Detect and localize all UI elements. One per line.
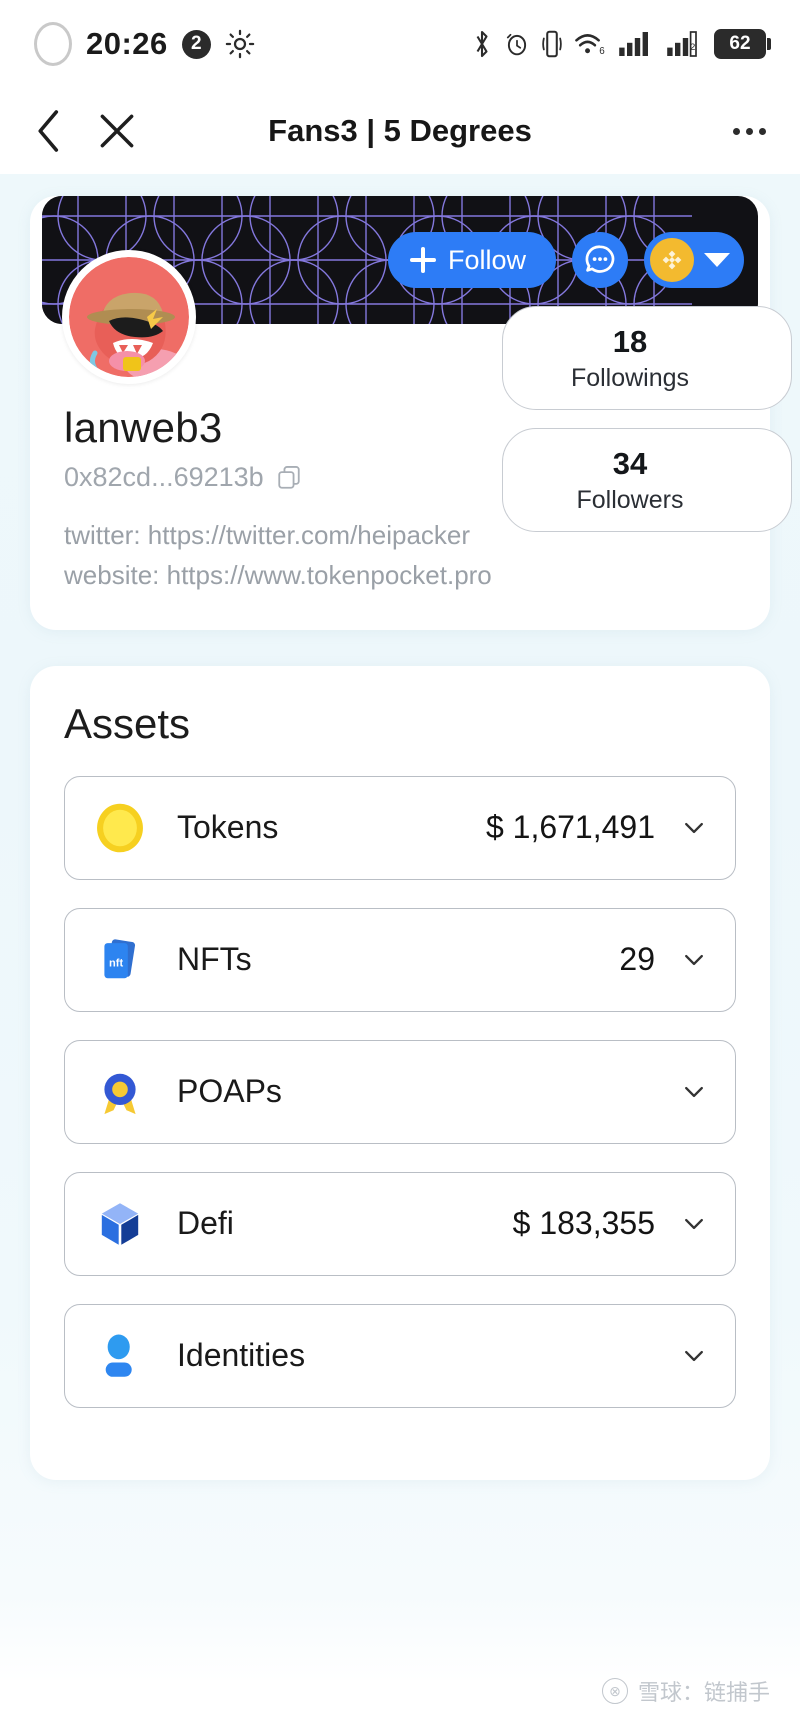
chevron-down-icon[interactable] — [681, 947, 707, 973]
plus-icon — [409, 247, 436, 273]
followers-label: Followers — [576, 485, 684, 514]
copy-icon[interactable] — [276, 465, 302, 491]
watermark: ⊗ 雪球：链捕手 — [601, 1675, 770, 1707]
asset-value-tokens: $ 1,671,491 — [485, 809, 655, 846]
chevron-left-icon[interactable] — [34, 109, 64, 153]
svg-text:6: 6 — [599, 46, 605, 57]
nft-cards-icon: nft — [91, 931, 149, 989]
wifi6-icon: 6 — [575, 34, 605, 57]
caret-down-icon — [704, 253, 730, 267]
battery-icon: 62 — [714, 29, 771, 59]
status-time: 20:26 — [86, 26, 168, 61]
followings-stat[interactable]: 18 Followings — [502, 306, 792, 410]
chevron-down-icon[interactable] — [681, 1211, 707, 1237]
profile-card: Follow lanweb3 0x82cd...69213b twitter: … — [30, 196, 792, 630]
chevron-down-icon[interactable] — [681, 815, 707, 841]
alarm-icon — [506, 33, 527, 56]
more-horizontal-icon[interactable] — [733, 127, 766, 135]
chat-bubble-icon — [585, 245, 615, 273]
banner-actions: Follow — [387, 232, 744, 288]
profile-stats: 18 Followings 34 Followers — [502, 306, 792, 550]
nav-bar: Fans3 | 5 Degrees — [0, 88, 800, 174]
chain-selector-button[interactable] — [644, 232, 744, 288]
token-coin-icon — [91, 799, 149, 857]
asset-label-defi: Defi — [177, 1205, 234, 1242]
asset-value-nfts: 29 — [619, 941, 655, 978]
poap-medal-icon — [91, 1063, 149, 1121]
follow-label: Follow — [447, 244, 526, 275]
avatar[interactable] — [62, 250, 196, 384]
svg-text:nft: nft — [109, 957, 123, 969]
svg-text:2: 2 — [690, 42, 695, 53]
identity-person-icon — [91, 1327, 149, 1385]
brightness-icon — [225, 29, 255, 59]
asset-row-poaps[interactable]: POAPs — [64, 1039, 736, 1144]
chat-button[interactable] — [572, 232, 628, 288]
followings-label: Followings — [570, 363, 690, 392]
asset-label-tokens: Tokens — [177, 809, 279, 846]
assets-heading: Assets — [64, 699, 191, 747]
chevron-down-icon[interactable] — [681, 1343, 707, 1369]
asset-row-nfts[interactable]: nft NFTs 29 — [64, 907, 736, 1012]
asset-label-poaps: POAPs — [177, 1073, 282, 1110]
chevron-down-icon[interactable] — [681, 1079, 707, 1105]
defi-cube-icon — [91, 1195, 149, 1253]
avatar-image — [69, 257, 189, 377]
asset-label-identities: Identities — [177, 1337, 306, 1374]
assets-card: Assets Tokens $ 1,671,491 nft NFTs 29 PO… — [30, 665, 770, 1480]
signal-icon-2: 2 — [667, 31, 697, 57]
status-bar: 20:26 2 6 2 62 — [0, 0, 800, 88]
profile-link-website[interactable]: website: https://www.tokenpocket.pro — [64, 555, 770, 595]
asset-value-defi: $ 183,355 — [512, 1205, 655, 1242]
signal-icon-1 — [619, 32, 648, 56]
bnb-chain-icon — [650, 238, 694, 282]
watermark-text: 雪球：链捕手 — [637, 1680, 770, 1705]
asset-row-identities[interactable]: Identities — [64, 1303, 736, 1408]
followers-count: 34 — [612, 445, 648, 481]
asset-row-defi[interactable]: Defi $ 183,355 — [64, 1171, 736, 1276]
followings-count: 18 — [612, 323, 648, 359]
close-icon[interactable] — [98, 112, 136, 150]
xueqiu-logo-icon: ⊗ — [601, 1678, 628, 1704]
follow-button[interactable]: Follow — [387, 232, 556, 288]
followers-stat[interactable]: 34 Followers — [502, 428, 792, 532]
bluetooth-icon — [476, 30, 488, 58]
asset-label-nfts: NFTs — [177, 941, 252, 978]
wallet-address: 0x82cd...69213b — [64, 462, 264, 492]
notification-count-badge: 2 — [181, 29, 211, 59]
vibrate-icon — [542, 30, 562, 58]
recording-ring-icon — [34, 22, 72, 66]
phone-screen: 20:26 2 6 2 62 Fans3 | 5 Degrees Follow … — [0, 0, 800, 1733]
asset-row-tokens[interactable]: Tokens $ 1,671,491 — [64, 775, 736, 880]
